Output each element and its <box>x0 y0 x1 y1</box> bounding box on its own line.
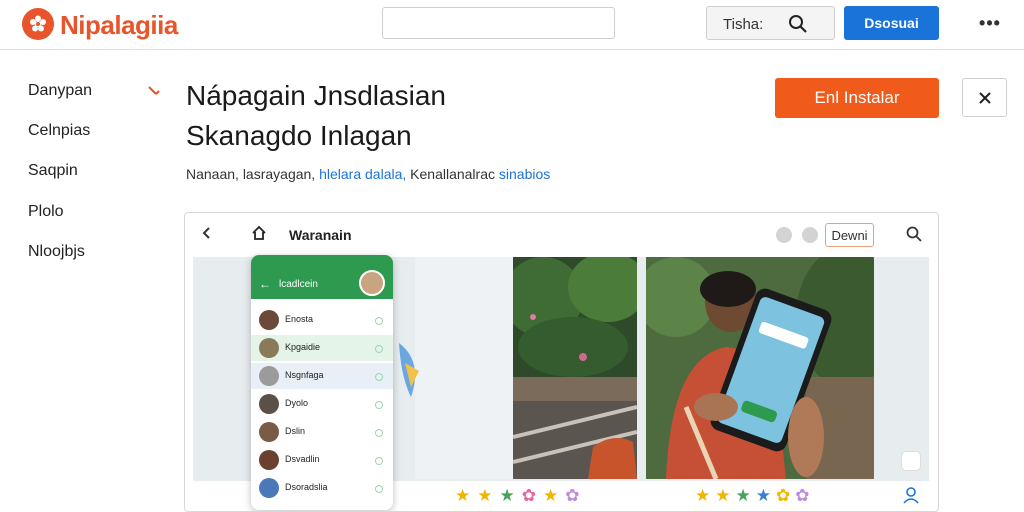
search-button[interactable]: Tisha: <box>706 6 835 40</box>
app-meta: Nanaan, lasrayagan, hlelara dalala, Kena… <box>186 166 550 182</box>
list-item[interactable]: Nsgnfaga <box>251 363 393 389</box>
star-icon: ★ <box>735 486 751 505</box>
back-icon[interactable] <box>199 225 215 241</box>
star-icon: ✿ <box>795 486 810 505</box>
meta-middle: Kenallanalrac <box>410 166 495 182</box>
contact-name: Kpgaidie <box>285 342 321 352</box>
top-search-field[interactable] <box>382 7 615 39</box>
app-logo-icon[interactable] <box>22 8 54 40</box>
avatar <box>259 422 279 442</box>
status-dot-icon <box>375 485 383 493</box>
primary-header-button[interactable]: Dsosuai <box>844 6 939 40</box>
status-dot-icon <box>375 429 383 437</box>
rating-row-right: ★ ★ ★ ★ ✿ ✿ <box>695 487 810 505</box>
meta-prefix: Nanaan, lasrayagan, <box>186 166 316 182</box>
avatar <box>259 394 279 414</box>
star-icon: ★ <box>543 486 559 505</box>
bookmark-icon[interactable] <box>901 451 921 471</box>
star-icon: ★ <box>715 486 731 505</box>
brand-name[interactable]: Nipalagiia <box>60 10 178 41</box>
meta-link[interactable]: hlelara dalala, <box>319 166 406 182</box>
meta-link-2[interactable]: sinabios <box>499 166 550 182</box>
star-icon: ★ <box>455 486 471 505</box>
app-title: Nápagain Jnsdlasian <box>186 80 446 111</box>
contact-name: Nsgnfaga <box>285 370 324 380</box>
close-button[interactable] <box>962 78 1007 117</box>
install-button[interactable]: Enl Instalar <box>775 78 939 118</box>
screenshot-strip <box>415 257 513 479</box>
status-dot-icon <box>375 373 383 381</box>
screenshot-photo-person <box>646 257 874 479</box>
status-dot-icon <box>375 401 383 409</box>
list-item[interactable]: Dyolo <box>251 391 393 417</box>
star-icon: ★ <box>477 486 493 505</box>
contact-name: Dyolo <box>285 398 309 408</box>
list-item[interactable]: Enosta <box>251 307 393 333</box>
star-icon: ✿ <box>565 486 580 505</box>
sidebar: Danypan Celnpias Saqpin Plolo Nloojbjs <box>0 51 170 512</box>
more-options-icon[interactable]: ••• <box>976 12 1004 34</box>
list-item[interactable]: Dsvadlin <box>251 447 393 473</box>
avatar <box>259 450 279 470</box>
phone-back-icon[interactable]: ← <box>259 277 271 291</box>
sidebar-item-5[interactable]: Nloojbjs <box>28 243 85 261</box>
contact-name: Dsoradslia <box>285 482 328 492</box>
share-icon[interactable] <box>802 227 818 243</box>
sidebar-item-3[interactable]: Saqpin <box>28 162 78 180</box>
user-icon[interactable] <box>901 485 921 505</box>
preview-button[interactable]: Dewni <box>825 223 874 247</box>
map-pin-icon <box>399 343 419 397</box>
top-bar: Nipalagiia Tisha: Dsosuai ••• <box>0 0 1024 50</box>
phone-header-title: lcadlcein <box>279 279 318 290</box>
avatar <box>259 310 279 330</box>
search-label: Tisha: <box>723 16 764 33</box>
status-dot-icon <box>375 317 383 325</box>
status-dot-icon <box>375 345 383 353</box>
home-icon[interactable] <box>251 225 267 241</box>
app-subtitle: Skanagdo Inlagan <box>186 120 412 151</box>
sidebar-item-2[interactable]: Celnpias <box>28 122 90 140</box>
star-icon: ★ <box>755 486 771 505</box>
list-item[interactable]: Dsoradslia <box>251 475 393 501</box>
preview-panel: Waranain Dewni ← lcadlcein Enosta Kpgaid… <box>184 212 939 512</box>
close-icon <box>978 91 991 104</box>
rating-row-left: ★ ★ ★ ✿ ★ ✿ <box>455 487 580 505</box>
avatar[interactable] <box>359 270 385 296</box>
avatar <box>259 478 279 498</box>
contact-name: Enosta <box>285 314 314 324</box>
avatar <box>259 338 279 358</box>
search-icon <box>789 15 807 33</box>
list-item[interactable]: Dslin <box>251 419 393 445</box>
status-dot-icon <box>375 457 383 465</box>
phone-mockup: ← lcadlcein Enosta Kpgaidie Nsgnfaga Dyolo D… <box>251 255 393 510</box>
star-icon: ★ <box>499 486 515 505</box>
pin-icon[interactable] <box>146 84 162 100</box>
sidebar-item-1[interactable]: Danypan <box>28 82 92 100</box>
phone-header: ← lcadlcein <box>251 255 393 299</box>
preview-title: Waranain <box>289 227 352 243</box>
list-item[interactable]: Kpgaidie <box>251 335 393 361</box>
settings-icon[interactable] <box>776 227 792 243</box>
search-icon[interactable] <box>905 225 923 243</box>
search-input[interactable] <box>383 8 614 38</box>
star-icon: ✿ <box>776 486 791 505</box>
avatar <box>259 366 279 386</box>
contact-name: Dsvadlin <box>285 454 320 464</box>
contact-name: Dslin <box>285 426 306 436</box>
star-icon: ✿ <box>521 486 536 505</box>
sidebar-item-4[interactable]: Plolo <box>28 203 64 221</box>
screenshot-photo-railway <box>513 257 637 479</box>
star-icon: ★ <box>695 486 711 505</box>
